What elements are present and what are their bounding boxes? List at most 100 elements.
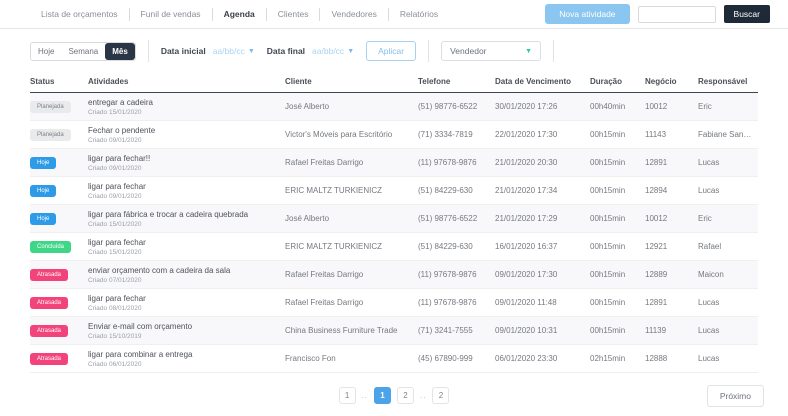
search-input[interactable] (638, 6, 716, 23)
activity-title: ligar para fechar (88, 294, 279, 303)
activity-title: Enviar e-mail com orçamento (88, 322, 279, 331)
header-data-vencimento: Data de Vencimento (495, 77, 590, 86)
tab-lista-de-orcamentos[interactable]: Lista de orçamentos (30, 8, 130, 21)
new-activity-button[interactable]: Nova atividade (545, 4, 629, 24)
header-status: Status (30, 77, 88, 86)
duration-cell: 00h15min (590, 130, 645, 139)
apply-button[interactable]: Aplicar (366, 41, 416, 61)
due-cell: 30/01/2020 17:26 (495, 102, 590, 111)
owner-cell: Rafael (698, 242, 758, 251)
filter-bar: Hoje Semana Mês Data inicial aa/bb/cc ▼ … (30, 39, 788, 63)
due-cell: 21/01/2020 17:29 (495, 214, 590, 223)
activity-created: Criado 15/01/2020 (88, 249, 279, 256)
phone-cell: (51) 98776-6522 (418, 102, 495, 111)
period-option-hoje[interactable]: Hoje (31, 43, 61, 60)
activity-created: Criado 06/01/2020 (88, 361, 279, 368)
phone-cell: (51) 84229-630 (418, 186, 495, 195)
due-cell: 16/01/2020 16:37 (495, 242, 590, 251)
activity-title: ligar para fechar (88, 238, 279, 247)
header-duracao: Duração (590, 77, 645, 86)
deal-cell: 11139 (645, 326, 698, 335)
divider (148, 40, 149, 62)
table-row[interactable]: Hoje ligar para fecharCriado 09/01/2020 … (30, 177, 758, 205)
deal-cell: 12891 (645, 298, 698, 307)
status-badge: Hoje (30, 157, 56, 169)
pagination-ellipsis: .. (420, 391, 426, 400)
owner-cell: Eric (698, 214, 758, 223)
tab-clientes[interactable]: Clientes (267, 8, 321, 21)
page-button-last[interactable]: 2 (432, 387, 449, 404)
tab-vendedores[interactable]: Vendedores (320, 8, 388, 21)
status-badge: Atrasada (30, 325, 68, 337)
client-cell: ERIC MALTZ TURKIENICZ (285, 186, 418, 195)
phone-cell: (45) 67890-999 (418, 354, 495, 363)
tab-relatorios[interactable]: Relatórios (389, 8, 449, 21)
header-telefone: Telefone (418, 77, 495, 86)
tab-agenda[interactable]: Agenda (213, 8, 267, 21)
table-row[interactable]: Atrasada Enviar e-mail com orçamentoCria… (30, 317, 758, 345)
date-end-label: Data final (267, 46, 305, 56)
owner-cell: Maicon (698, 270, 758, 279)
due-cell: 22/01/2020 17:30 (495, 130, 590, 139)
activity-created: Criado 09/01/2020 (88, 193, 279, 200)
period-option-mes[interactable]: Mês (105, 43, 135, 60)
duration-cell: 00h15min (590, 242, 645, 251)
date-start-label: Data inicial (161, 46, 206, 56)
activity-title: Fechar o pendente (88, 126, 279, 135)
tab-funil-de-vendas[interactable]: Funil de vendas (130, 8, 213, 21)
search-button[interactable]: Buscar (724, 5, 770, 23)
phone-cell: (11) 97678-9876 (418, 270, 495, 279)
date-start-dropdown[interactable]: aa/bb/cc ▼ (213, 46, 255, 56)
date-start-value: aa/bb/cc (213, 46, 245, 56)
client-cell: ERIC MALTZ TURKIENICZ (285, 242, 418, 251)
table-row[interactable]: Planejada Fechar o pendenteCriado 09/01/… (30, 121, 758, 149)
page-button-first[interactable]: 1 (339, 387, 356, 404)
activities-table: Status Atividades Cliente Telefone Data … (30, 71, 758, 373)
due-cell: 09/01/2020 11:48 (495, 298, 590, 307)
vendor-select-value: Vendedor (450, 46, 486, 56)
nav-actions: Nova atividade Buscar (545, 4, 788, 24)
activity-created: Criado 15/01/2020 (88, 109, 279, 116)
table-row[interactable]: Concluída ligar para fechar Criado 15/01/… (30, 233, 758, 261)
period-option-semana[interactable]: Semana (61, 43, 105, 60)
page-button-2[interactable]: 2 (397, 387, 414, 404)
due-cell: 21/01/2020 17:34 (495, 186, 590, 195)
page-button-current[interactable]: 1 (374, 387, 391, 404)
next-page-button[interactable]: Próximo (707, 385, 764, 407)
activity-created: Criado 07/01/2020 (88, 277, 279, 284)
table-row[interactable]: Planejada entregar a cadeiraCriado 15/01… (30, 93, 758, 121)
date-end-dropdown[interactable]: aa/bb/cc ▼ (312, 46, 354, 56)
table-row[interactable]: Atrasada ligar para fecharCriado 08/01/2… (30, 289, 758, 317)
status-badge: Planejada (30, 129, 71, 141)
pagination-bar: 1 .. 1 2 .. 2 Próximo (0, 379, 788, 416)
table-row[interactable]: Hoje ligar para fábrica e trocar a cadei… (30, 205, 758, 233)
header-negocio: Negócio (645, 77, 698, 86)
duration-cell: 02h15min (590, 354, 645, 363)
owner-cell: Fabiane Santos (698, 130, 758, 139)
date-end-value: aa/bb/cc (312, 46, 344, 56)
client-cell: José Alberto (285, 102, 418, 111)
owner-cell: Lucas (698, 326, 758, 335)
chevron-down-icon: ▼ (525, 48, 532, 55)
duration-cell: 00h15min (590, 298, 645, 307)
vendor-select[interactable]: Vendedor ▼ (441, 41, 541, 61)
pagination: 1 .. 1 2 .. 2 (0, 387, 788, 404)
status-badge: Atrasada (30, 297, 68, 309)
table-row[interactable]: Atrasada enviar orçamento com a cadeira … (30, 261, 758, 289)
divider (428, 40, 429, 62)
client-cell: China Business Furniture Trade (285, 326, 418, 335)
due-cell: 06/01/2020 23:30 (495, 354, 590, 363)
activity-created: Criado 09/01/2020 (88, 165, 279, 172)
phone-cell: (11) 97678-9876 (418, 158, 495, 167)
table-row[interactable]: Hoje ligar para fechar!! Criado 09/01/202… (30, 149, 758, 177)
activity-title: ligar para fechar (88, 182, 279, 191)
due-cell: 09/01/2020 17:30 (495, 270, 590, 279)
status-badge: Planejada (30, 101, 71, 113)
client-cell: Francisco Fon (285, 354, 418, 363)
activity-title: ligar para fechar!! (88, 154, 279, 163)
owner-cell: Lucas (698, 354, 758, 363)
table-header: Status Atividades Cliente Telefone Data … (30, 71, 758, 93)
table-row[interactable]: Atrasada ligar para combinar a entregaCr… (30, 345, 758, 373)
phone-cell: (51) 98776-6522 (418, 214, 495, 223)
status-badge: Concluída (30, 241, 71, 253)
